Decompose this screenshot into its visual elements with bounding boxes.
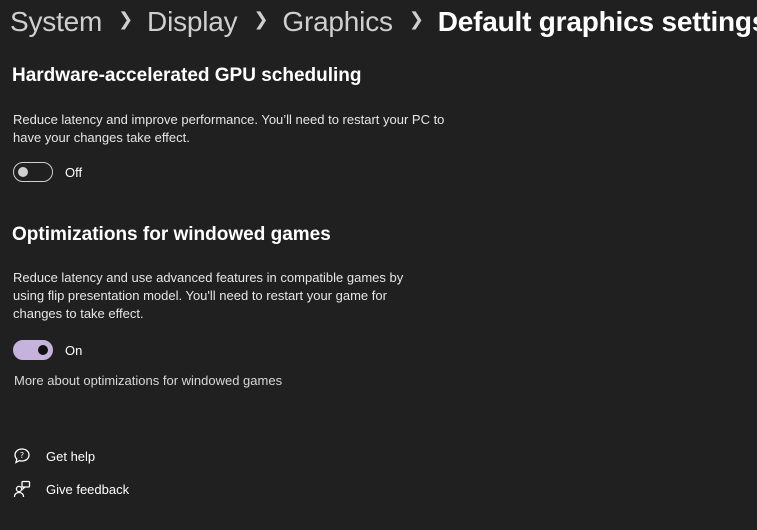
- gpu-scheduling-toggle-row: Off: [13, 162, 82, 182]
- gpu-scheduling-title: Hardware-accelerated GPU scheduling: [12, 65, 362, 86]
- get-help-label: Get help: [46, 448, 96, 464]
- svg-text:?: ?: [20, 451, 24, 460]
- feedback-person-icon: [12, 479, 32, 499]
- gpu-scheduling-toggle[interactable]: [13, 162, 53, 182]
- chevron-right-icon: ❯: [253, 8, 269, 29]
- chevron-right-icon: ❯: [118, 8, 134, 29]
- gpu-scheduling-description: Reduce latency and improve performance. …: [13, 112, 445, 145]
- windowed-games-state-label: On: [65, 342, 83, 358]
- chevron-right-icon: ❯: [408, 8, 424, 29]
- breadcrumb-display[interactable]: Display: [147, 6, 238, 38]
- toggle-knob: [18, 167, 28, 177]
- windowed-games-learn-more-link[interactable]: More about optimizations for windowed ga…: [14, 373, 282, 388]
- breadcrumb-system[interactable]: System: [10, 6, 102, 38]
- windowed-games-toggle[interactable]: [13, 340, 53, 360]
- gpu-scheduling-state-label: Off: [65, 164, 83, 180]
- give-feedback-link[interactable]: Give feedback: [12, 479, 129, 499]
- windowed-games-description: Reduce latency and use advanced features…: [13, 270, 404, 321]
- toggle-knob: [38, 345, 48, 355]
- give-feedback-label: Give feedback: [46, 481, 130, 497]
- breadcrumb: System ❯ Display ❯ Graphics ❯ Default gr…: [10, 2, 757, 42]
- page-title: Default graphics settings: [437, 6, 757, 37]
- help-chat-icon: ?: [12, 446, 32, 466]
- windowed-games-toggle-row: On: [13, 340, 82, 360]
- breadcrumb-graphics[interactable]: Graphics: [282, 6, 393, 38]
- windowed-games-title: Optimizations for windowed games: [12, 224, 331, 245]
- get-help-link[interactable]: ? Get help: [12, 446, 95, 466]
